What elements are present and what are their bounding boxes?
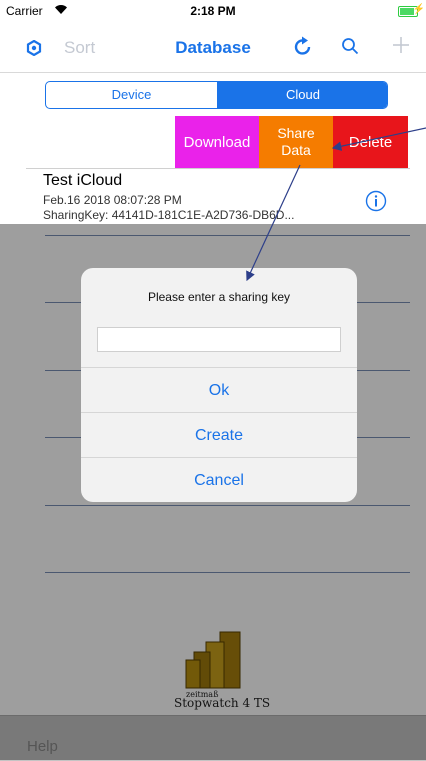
- storage-segmented-control: Device Cloud: [45, 81, 388, 109]
- dialog-title: Please enter a sharing key: [147, 290, 291, 304]
- row-separator: [26, 168, 410, 169]
- row-sharing-key: SharingKey: 44141D-181C1E-A2D736-DB6D...: [43, 208, 295, 222]
- download-button[interactable]: Download: [175, 116, 259, 168]
- create-button[interactable]: Create: [81, 412, 357, 457]
- sharing-key-dialog: Please enter a sharing key Ok Create Can…: [81, 268, 357, 502]
- row-date: Feb.16 2018 08:07:28 PM: [43, 193, 182, 207]
- ok-button[interactable]: Ok: [81, 367, 357, 412]
- row-title[interactable]: Test iCloud: [43, 172, 122, 190]
- help-button[interactable]: Help: [27, 738, 58, 755]
- charging-icon: ⚡: [412, 4, 425, 15]
- share-label-line2: Data: [281, 142, 311, 158]
- share-label-line1: Share: [277, 125, 315, 141]
- delete-label: Delete: [348, 133, 393, 151]
- search-icon[interactable]: [341, 37, 359, 55]
- download-label: Download: [183, 133, 251, 151]
- delete-button[interactable]: Delete: [333, 116, 408, 168]
- share-data-button[interactable]: Share Data: [259, 116, 333, 168]
- segment-device[interactable]: Device: [46, 82, 218, 108]
- page-title: Database: [175, 38, 251, 57]
- info-icon[interactable]: [365, 190, 387, 212]
- status-bar: Carrier 2:18 PM ⚡: [0, 0, 426, 22]
- status-time: 2:18 PM: [190, 4, 236, 18]
- segment-cloud[interactable]: Cloud: [218, 82, 387, 108]
- sharing-key-input[interactable]: [97, 327, 341, 352]
- nav-bar: Sort Database: [0, 22, 426, 73]
- add-icon[interactable]: [392, 36, 410, 54]
- cancel-button[interactable]: Cancel: [81, 457, 357, 502]
- refresh-icon[interactable]: [292, 36, 314, 58]
